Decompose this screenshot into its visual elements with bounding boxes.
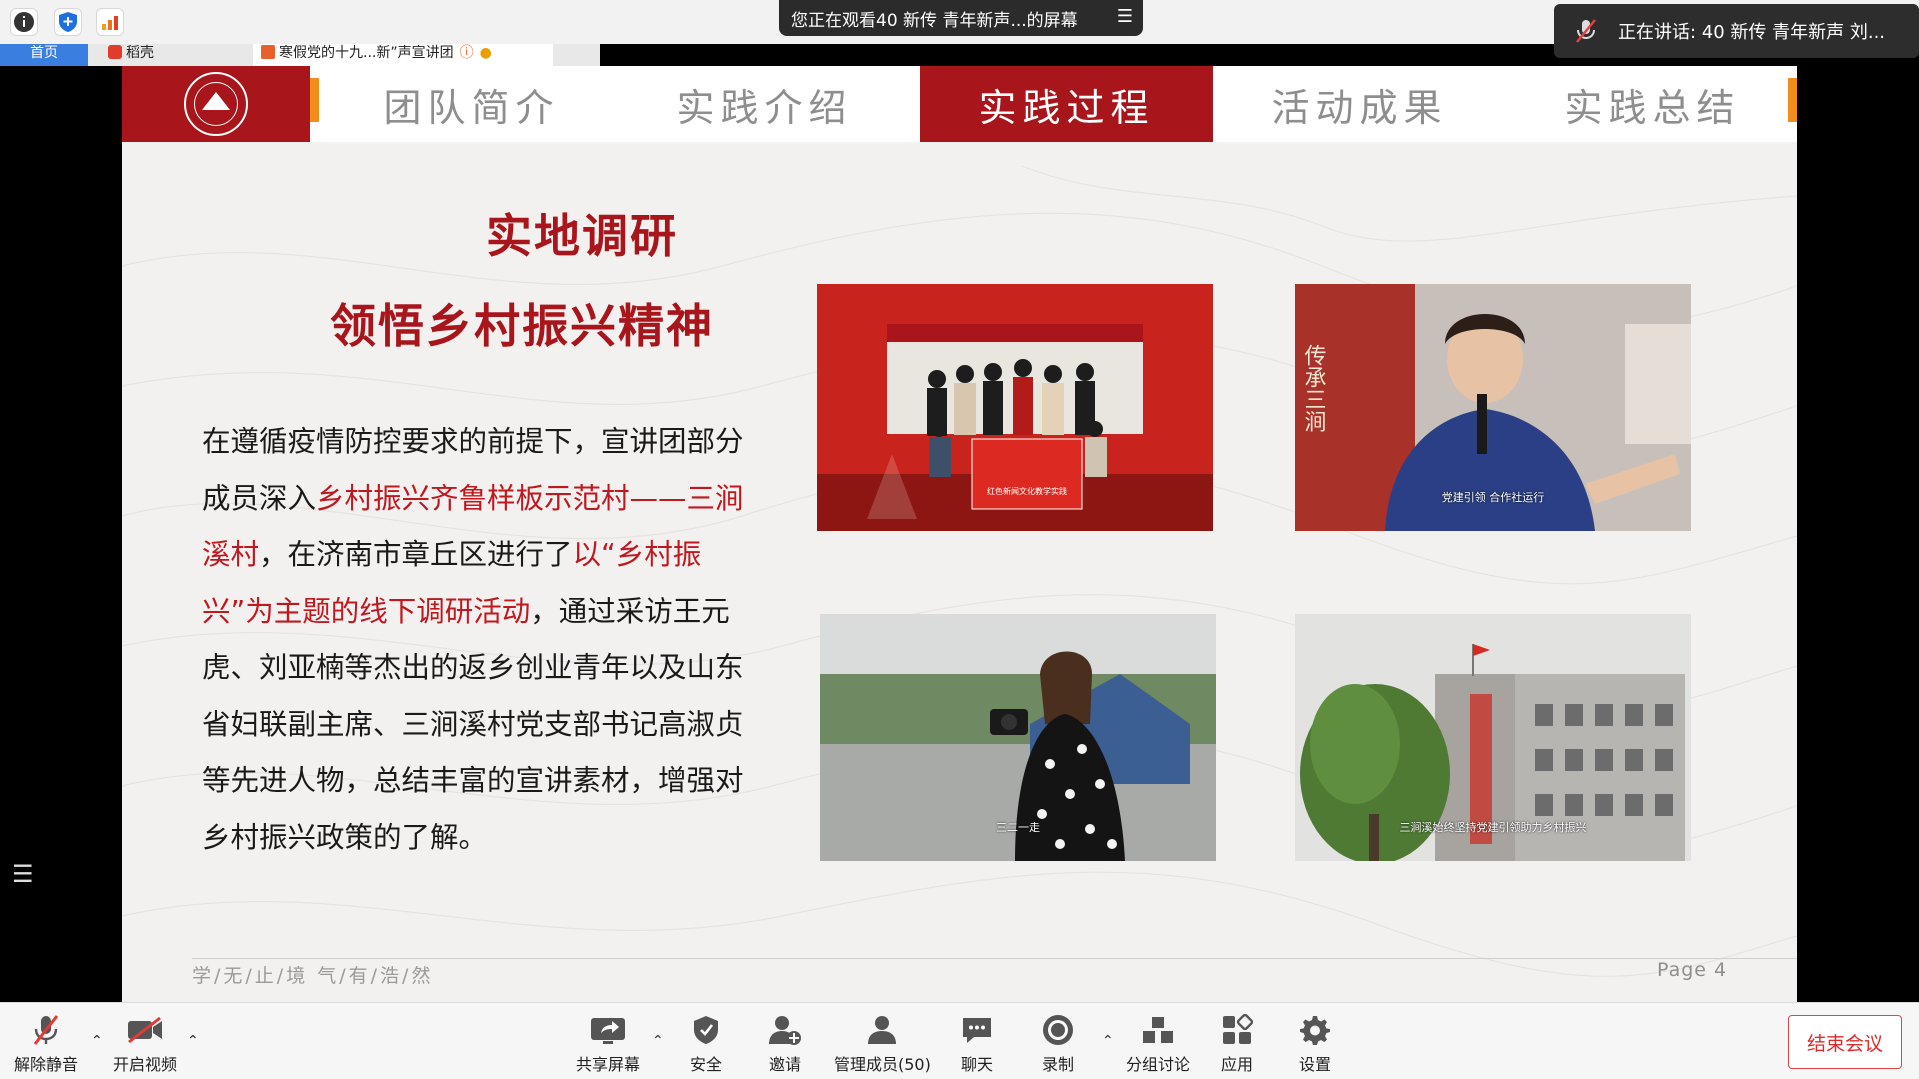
record-options-chevron-icon[interactable]: ⌃: [1102, 1033, 1114, 1049]
start-video-label: 开启视频: [113, 1055, 178, 1074]
manage-members-label: 管理成员(50): [834, 1055, 931, 1074]
apps-label: 应用: [1221, 1055, 1254, 1074]
chat-button[interactable]: 聊天: [960, 1013, 994, 1075]
manage-members-button[interactable]: 管理成员(50): [834, 1013, 931, 1075]
page-number: Page 4: [1657, 959, 1728, 981]
slide-body-text: 在遵循疫情防控要求的前提下，宣讲团部分成员深入乡村振兴齐鲁样板示范村——三涧溪村…: [202, 414, 762, 866]
share-screen-button[interactable]: 共享屏幕: [576, 1013, 640, 1075]
wall-text: 传承三涧: [1301, 344, 1327, 432]
invite-button[interactable]: 邀请: [768, 1013, 802, 1075]
start-video-button[interactable]: 开启视频: [113, 1013, 177, 1075]
tab-docer[interactable]: 稻壳: [100, 44, 250, 66]
photo-caption-2: 党建引领 合作社运行: [1441, 491, 1545, 504]
unmute-button[interactable]: 解除静音: [14, 1013, 78, 1075]
building-photo: 三涧溪始终坚持党建引领助力乡村振兴: [1295, 614, 1691, 861]
breakout-rooms-label: 分组讨论: [1126, 1055, 1191, 1074]
security-label: 安全: [690, 1055, 723, 1074]
tab-home[interactable]: 首页: [0, 44, 88, 66]
speaking-text: 正在讲话: 40 新传 青年新声 刘...: [1618, 22, 1886, 43]
tab-docer-label: 稻壳: [126, 45, 154, 61]
speaking-indicator: 正在讲话: 40 新传 青年新声 刘...: [1554, 4, 1919, 58]
viewing-banner[interactable]: 您正在观看40 新传 青年新声...的屏幕 ☰: [779, 0, 1143, 36]
end-meeting-button[interactable]: 结束会议: [1788, 1015, 1902, 1069]
gear-icon: [1300, 1016, 1330, 1045]
banner-text: 红色新闻文化教学实践: [987, 486, 1067, 496]
body-part-2: ，在济南市章丘区进行了: [259, 538, 573, 571]
menu-icon[interactable]: ☰: [1117, 6, 1133, 27]
signal-stats-icon[interactable]: [96, 8, 124, 36]
video-off-icon: [128, 1016, 162, 1044]
record-label: 录制: [1041, 1055, 1074, 1074]
warning-icon: ⓘ: [459, 45, 474, 61]
photographer-photo: 三二一走: [820, 614, 1216, 861]
unsaved-dot-icon: ●: [479, 45, 492, 61]
shield-icon[interactable]: [54, 8, 82, 36]
share-options-chevron-icon[interactable]: ⌃: [652, 1033, 664, 1049]
nav-team-intro[interactable]: 团队简介: [325, 66, 618, 142]
invite-label: 邀请: [768, 1055, 801, 1074]
slide-title: 实地调研: [486, 209, 678, 263]
footer-divider: [192, 958, 1797, 959]
nav-practice-intro[interactable]: 实践介绍: [618, 66, 911, 142]
nav-summary[interactable]: 实践总结: [1506, 66, 1797, 142]
body-part-3: ，通过采访王元虎、刘亚楠等杰出的返乡创业青年以及山东省妇联副主席、三涧溪村党支部…: [202, 594, 744, 854]
university-logo: [122, 66, 310, 142]
presentation-slide: 团队简介 实践介绍 实践过程 活动成果 实践总结 实地调研 领悟乡村振兴精神 在…: [122, 66, 1797, 1002]
slide-nav: 团队简介 实践介绍 实践过程 活动成果 实践总结: [122, 66, 1797, 142]
breakout-rooms-icon: [1143, 1017, 1173, 1043]
slide-motto: 学/无/止/境 气/有/浩/然: [192, 965, 434, 987]
tab-home-label: 首页: [30, 45, 58, 61]
video-options-chevron-icon[interactable]: ⌃: [187, 1033, 199, 1049]
nav-accent-right: [1788, 78, 1797, 122]
security-button[interactable]: 安全: [690, 1013, 722, 1075]
tab-presentation-label: 寒假党的十九...新”声宣讲团: [279, 45, 454, 61]
browser-tab-strip: 首页 稻壳 寒假党的十九...新”声宣讲团ⓘ● +: [0, 44, 600, 66]
info-icon[interactable]: [10, 8, 38, 36]
meeting-window: 您正在观看40 新传 青年新声...的屏幕 ☰ 正在讲话: 40 新传 青年新声…: [0, 0, 1919, 1079]
photo-caption-4: 三涧溪始终坚持党建引领助力乡村振兴: [1399, 821, 1587, 834]
invite-user-icon: [769, 1016, 801, 1045]
apps-button[interactable]: 应用: [1221, 1013, 1253, 1075]
members-icon: [868, 1016, 897, 1044]
ppt-logo-icon: [261, 45, 275, 59]
list-menu-icon[interactable]: ☰: [12, 862, 40, 888]
meeting-toolbar: 解除静音 ⌃ 开启视频 ⌃ 共享屏幕 ⌃ 安全 邀请 管理成员(50) 聊天 录…: [0, 1002, 1919, 1079]
group-photo: 红色新闻文化教学实践: [817, 284, 1213, 531]
share-screen-icon: [591, 1018, 625, 1044]
security-shield-icon: [694, 1016, 718, 1044]
record-icon: [1043, 1015, 1073, 1045]
muted-mic-icon: [33, 1015, 59, 1045]
record-button[interactable]: 录制: [1041, 1013, 1075, 1075]
speaker-photo: 传承三涧 党建引领 合作社运行: [1295, 284, 1691, 531]
audio-options-chevron-icon[interactable]: ⌃: [91, 1033, 103, 1049]
settings-button[interactable]: 设置: [1299, 1013, 1331, 1075]
settings-label: 设置: [1299, 1055, 1332, 1074]
chat-label: 聊天: [960, 1055, 993, 1074]
slide-subtitle: 领悟乡村振兴精神: [330, 299, 714, 353]
nav-results[interactable]: 活动成果: [1213, 66, 1506, 142]
unmute-label: 解除静音: [14, 1055, 79, 1074]
apps-grid-icon: [1223, 1014, 1253, 1044]
chat-bubble-icon: [963, 1018, 991, 1043]
breakout-rooms-button[interactable]: 分组讨论: [1126, 1013, 1190, 1075]
muted-mic-icon: [1576, 19, 1596, 43]
nav-accent-left: [310, 78, 319, 122]
tab-presentation[interactable]: 寒假党的十九...新”声宣讲团 ⓘ ●: [253, 44, 553, 66]
university-seal-icon: [184, 72, 248, 136]
photo-caption-3: 三二一走: [996, 821, 1040, 834]
docer-logo-icon: [108, 45, 122, 59]
viewing-banner-text: 您正在观看40 新传 青年新声...的屏幕: [791, 10, 1078, 31]
share-screen-label: 共享屏幕: [576, 1055, 641, 1074]
nav-practice-process[interactable]: 实践过程: [920, 66, 1213, 142]
